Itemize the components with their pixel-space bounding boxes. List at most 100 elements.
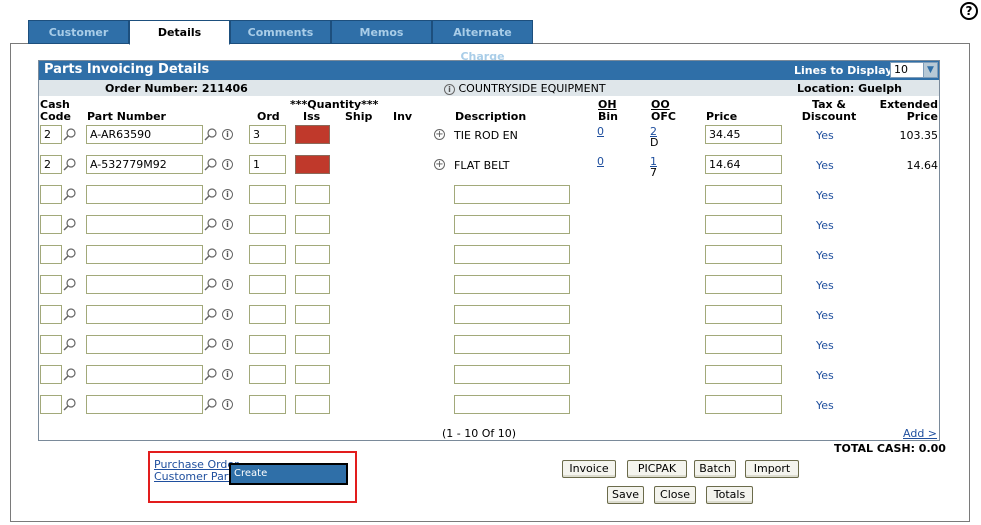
iss-quantity-input[interactable] — [295, 155, 330, 174]
customer-part-link[interactable]: Customer Part — [154, 470, 233, 483]
description-input[interactable] — [454, 245, 570, 264]
cash-code-input[interactable] — [40, 305, 62, 324]
lookup-search-icon[interactable] — [63, 218, 76, 231]
part-info-icon[interactable]: i — [222, 129, 233, 140]
tab-memos[interactable]: Memos — [331, 20, 432, 44]
description-input[interactable] — [454, 365, 570, 384]
lines-to-display-select[interactable]: 10 ▼ — [890, 62, 938, 78]
iss-quantity-input[interactable] — [295, 275, 330, 294]
info-icon[interactable]: i — [444, 83, 455, 95]
picpak-button[interactable]: PICPAK — [627, 460, 687, 478]
ord-quantity-input[interactable] — [249, 335, 286, 354]
part-number-input[interactable] — [86, 185, 203, 204]
price-input[interactable] — [705, 275, 782, 294]
iss-quantity-input[interactable] — [295, 245, 330, 264]
oh-bin-link[interactable]: 0 — [597, 125, 604, 138]
add-link[interactable]: Add > — [903, 427, 937, 440]
create-menu-item[interactable]: Create — [229, 463, 348, 485]
part-number-input[interactable] — [86, 275, 203, 294]
help-icon[interactable]: ? — [960, 2, 978, 20]
close-button[interactable]: Close — [654, 486, 696, 504]
invoice-button[interactable]: Invoice — [562, 460, 616, 478]
part-info-icon[interactable]: i — [222, 369, 233, 380]
iss-quantity-input[interactable] — [295, 365, 330, 384]
ord-quantity-input[interactable] — [249, 185, 286, 204]
iss-quantity-input[interactable] — [295, 335, 330, 354]
lookup-search-icon[interactable] — [63, 188, 76, 201]
cash-code-input[interactable] — [40, 275, 62, 294]
part-lookup-search-icon[interactable] — [204, 338, 217, 351]
part-info-icon[interactable]: i — [222, 309, 233, 320]
part-info-icon[interactable]: i — [222, 189, 233, 200]
oh-bin-link[interactable]: 0 — [597, 155, 604, 168]
lookup-search-icon[interactable] — [63, 398, 76, 411]
description-input[interactable] — [454, 305, 570, 324]
cash-code-input[interactable] — [40, 335, 62, 354]
price-input[interactable] — [705, 185, 782, 204]
ord-quantity-input[interactable] — [249, 365, 286, 384]
part-lookup-search-icon[interactable] — [204, 368, 217, 381]
ord-quantity-input[interactable]: 1 — [249, 155, 286, 174]
tab-comments[interactable]: Comments — [230, 20, 331, 44]
part-lookup-search-icon[interactable] — [204, 218, 217, 231]
tax-discount-link[interactable]: Yes — [816, 249, 834, 262]
part-info-icon[interactable]: i — [222, 219, 233, 230]
part-number-input[interactable]: A-AR63590 — [86, 125, 203, 144]
price-input[interactable] — [705, 305, 782, 324]
ord-quantity-input[interactable] — [249, 215, 286, 234]
part-number-input[interactable] — [86, 395, 203, 414]
expand-plus-icon[interactable]: + — [434, 129, 445, 140]
iss-quantity-input[interactable] — [295, 185, 330, 204]
part-lookup-search-icon[interactable] — [204, 158, 217, 171]
part-info-icon[interactable]: i — [222, 159, 233, 170]
tax-discount-link[interactable]: Yes — [816, 399, 834, 412]
tax-discount-link[interactable]: Yes — [816, 279, 834, 292]
description-input[interactable] — [454, 335, 570, 354]
ord-quantity-input[interactable] — [249, 305, 286, 324]
lookup-search-icon[interactable] — [63, 338, 76, 351]
save-button[interactable]: Save — [607, 486, 644, 504]
cash-code-input[interactable] — [40, 185, 62, 204]
price-input[interactable]: 34.45 — [705, 125, 782, 144]
tab-customer[interactable]: Customer — [28, 20, 129, 44]
part-number-input[interactable] — [86, 305, 203, 324]
tab-details[interactable]: Details — [129, 20, 230, 45]
tax-discount-link[interactable]: Yes — [816, 369, 834, 382]
cash-code-input[interactable] — [40, 215, 62, 234]
lookup-search-icon[interactable] — [63, 248, 76, 261]
lookup-search-icon[interactable] — [63, 158, 76, 171]
iss-quantity-input[interactable] — [295, 215, 330, 234]
part-info-icon[interactable]: i — [222, 249, 233, 260]
part-number-input[interactable] — [86, 245, 203, 264]
import-button[interactable]: Import — [745, 460, 799, 478]
part-number-input[interactable] — [86, 215, 203, 234]
price-input[interactable]: 14.64 — [705, 155, 782, 174]
totals-button[interactable]: Totals — [706, 486, 753, 504]
lookup-search-icon[interactable] — [63, 278, 76, 291]
cash-code-input[interactable]: 2 — [40, 155, 62, 174]
tax-discount-link[interactable]: Yes — [816, 129, 834, 142]
ord-quantity-input[interactable] — [249, 245, 286, 264]
part-number-input[interactable] — [86, 335, 203, 354]
price-input[interactable] — [705, 245, 782, 264]
ord-quantity-input[interactable] — [249, 395, 286, 414]
cash-code-input[interactable] — [40, 365, 62, 384]
lookup-search-icon[interactable] — [63, 368, 76, 381]
description-input[interactable] — [454, 215, 570, 234]
lookup-search-icon[interactable] — [63, 308, 76, 321]
price-input[interactable] — [705, 335, 782, 354]
tax-discount-link[interactable]: Yes — [816, 159, 834, 172]
lookup-search-icon[interactable] — [63, 128, 76, 141]
iss-quantity-input[interactable] — [295, 305, 330, 324]
part-lookup-search-icon[interactable] — [204, 398, 217, 411]
part-lookup-search-icon[interactable] — [204, 308, 217, 321]
part-lookup-search-icon[interactable] — [204, 278, 217, 291]
part-lookup-search-icon[interactable] — [204, 188, 217, 201]
batch-button[interactable]: Batch — [694, 460, 736, 478]
tab-alternate-charge[interactable]: Alternate Charge — [432, 20, 533, 63]
tax-discount-link[interactable]: Yes — [816, 219, 834, 232]
chevron-down-icon[interactable]: ▼ — [923, 63, 937, 77]
price-input[interactable] — [705, 215, 782, 234]
price-input[interactable] — [705, 395, 782, 414]
description-input[interactable] — [454, 185, 570, 204]
